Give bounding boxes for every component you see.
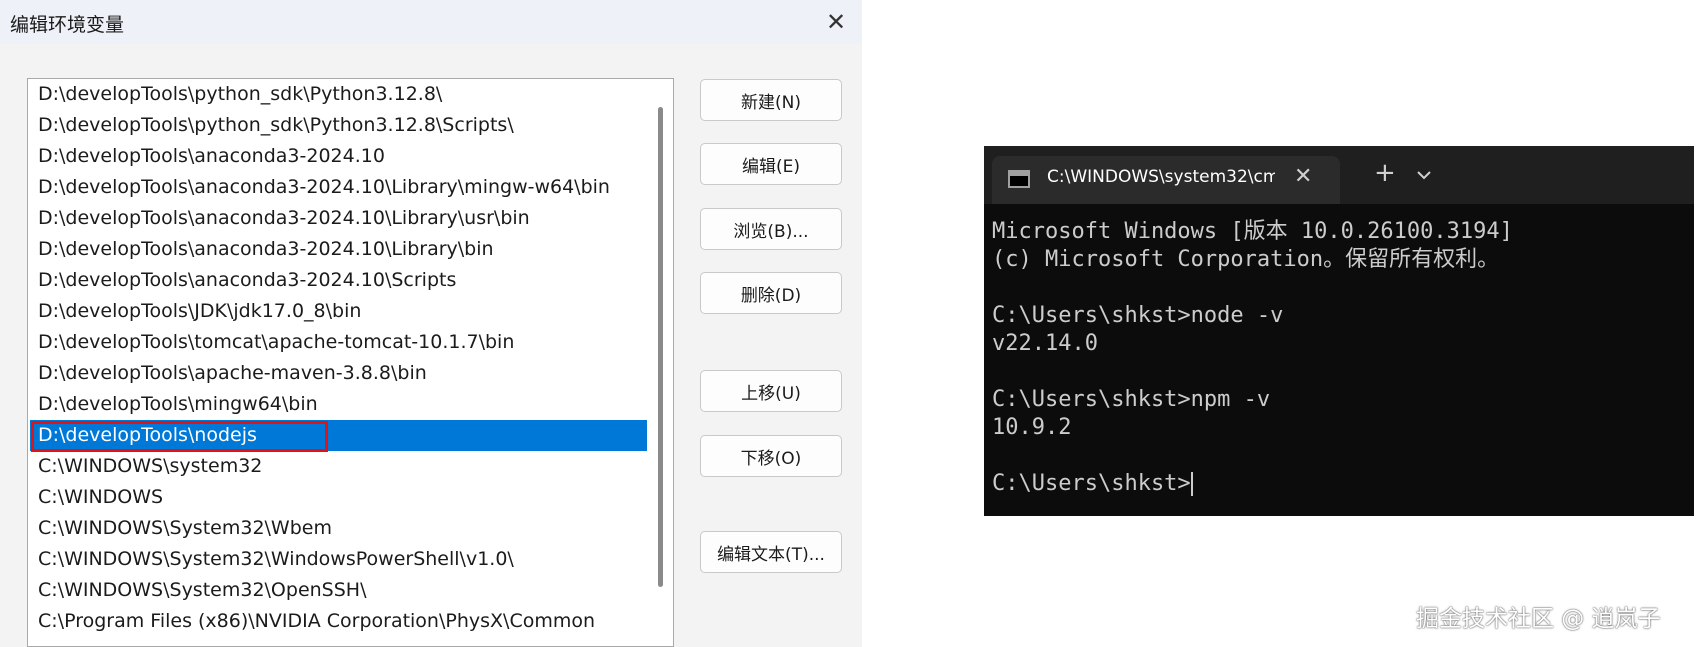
list-item[interactable]: D:\developTools\anaconda3-2024.10\Librar… — [30, 172, 647, 203]
list-item[interactable]: D:\developTools\anaconda3-2024.10 — [30, 141, 647, 172]
dialog-title: 编辑环境变量 — [10, 14, 125, 36]
terminal-line: v22.14.0 — [992, 331, 1098, 356]
edit-env-variable-dialog: 编辑环境变量 ✕ D:\developTools\python_sdk\Pyth… — [0, 0, 862, 647]
list-item[interactable]: C:\WINDOWS\System32\WindowsPowerShell\v1… — [30, 544, 647, 575]
terminal-tab-title: C:\WINDOWS\system32\cmd.exe — [1047, 167, 1275, 187]
dialog-titlebar: 编辑环境变量 ✕ — [0, 0, 862, 44]
list-item[interactable]: C:\WINDOWS\System32\Wbem — [30, 513, 647, 544]
terminal-line: 10.9.2 — [992, 415, 1072, 440]
new-button[interactable]: 新建(N) — [700, 79, 842, 121]
move-up-button[interactable]: 上移(U) — [700, 370, 842, 412]
text-cursor — [1190, 472, 1193, 496]
list-item[interactable]: C:\WINDOWS\system32 — [30, 451, 647, 482]
terminal-tab-bar: C:\WINDOWS\system32\cmd.exe ✕ + — [984, 146, 1694, 204]
list-item[interactable]: D:\developTools\anaconda3-2024.10\Librar… — [30, 234, 647, 265]
vertical-scrollbar[interactable] — [651, 83, 671, 646]
watermark: 掘金技术社区 @ 逍岚子 — [1416, 606, 1661, 632]
list-item[interactable]: C:\WINDOWS\System32\OpenSSH\ — [30, 575, 647, 606]
new-tab-icon[interactable]: + — [1374, 158, 1396, 188]
cmd-icon — [1008, 170, 1030, 188]
list-item[interactable]: D:\developTools\anaconda3-2024.10\Script… — [30, 265, 647, 296]
terminal-tab[interactable]: C:\WINDOWS\system32\cmd.exe ✕ — [992, 156, 1340, 204]
terminal-output[interactable]: Microsoft Windows [版本 10.0.26100.3194] (… — [992, 218, 1692, 508]
terminal-line: C:\Users\shkst>npm -v — [992, 387, 1271, 412]
terminal-window: C:\WINDOWS\system32\cmd.exe ✕ + Microsof… — [984, 146, 1694, 516]
terminal-prompt-line[interactable]: C:\Users\shkst> — [992, 470, 1692, 498]
terminal-prompt: C:\Users\shkst> — [992, 471, 1191, 496]
list-item[interactable]: D:\developTools\anaconda3-2024.10\Librar… — [30, 203, 647, 234]
scrollbar-thumb[interactable] — [658, 107, 663, 587]
list-item[interactable]: C:\WINDOWS — [30, 482, 647, 513]
browse-button[interactable]: 浏览(B)... — [700, 208, 842, 250]
list-item[interactable]: D:\developTools\python_sdk\Python3.12.8\… — [30, 110, 647, 141]
list-item[interactable]: D:\developTools\apache-maven-3.8.8\bin — [30, 358, 647, 389]
tab-close-icon[interactable]: ✕ — [1294, 164, 1312, 189]
list-item[interactable]: D:\developTools\mingw64\bin — [30, 389, 647, 420]
edit-text-button[interactable]: 编辑文本(T)... — [700, 531, 842, 573]
close-button[interactable]: ✕ — [818, 6, 854, 38]
list-item[interactable]: D:\developTools\tomcat\apache-tomcat-10.… — [30, 327, 647, 358]
path-list[interactable]: D:\developTools\python_sdk\Python3.12.8\… — [27, 78, 674, 647]
delete-button[interactable]: 删除(D) — [700, 272, 842, 314]
terminal-line: Microsoft Windows [版本 10.0.26100.3194] — [992, 219, 1513, 244]
terminal-line: (c) Microsoft Corporation。保留所有权利。 — [992, 247, 1500, 272]
close-icon: ✕ — [825, 8, 847, 36]
chevron-down-icon[interactable] — [1409, 160, 1439, 190]
list-item[interactable]: D:\developTools\python_sdk\Python3.12.8\ — [30, 79, 647, 110]
move-down-button[interactable]: 下移(O) — [700, 435, 842, 477]
list-item-selected[interactable]: D:\developTools\nodejs — [30, 420, 647, 451]
terminal-line: C:\Users\shkst>node -v — [992, 303, 1284, 328]
list-item[interactable]: C:\Program Files (x86)\NVIDIA Corporatio… — [30, 606, 647, 637]
list-item[interactable]: D:\developTools\JDK\jdk17.0_8\bin — [30, 296, 647, 327]
edit-button[interactable]: 编辑(E) — [700, 143, 842, 185]
